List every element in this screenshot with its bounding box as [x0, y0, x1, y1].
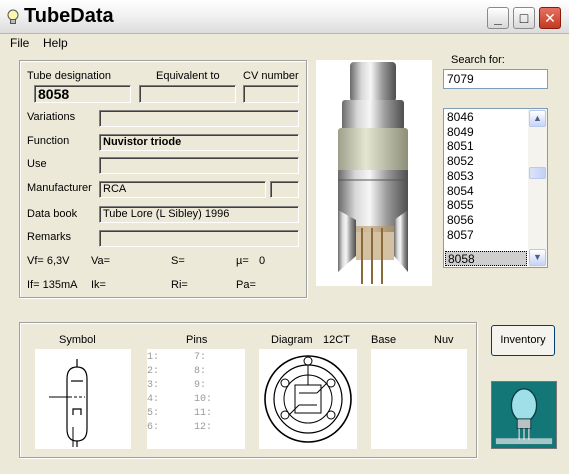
pa-value: Pa= — [236, 279, 256, 291]
diagram-panel — [259, 349, 357, 449]
s-value: S= — [171, 255, 185, 267]
minimize-icon: _ — [494, 10, 502, 26]
mu-label: µ= — [236, 255, 249, 267]
if-value: If= 135mA — [27, 279, 78, 291]
cv-number-field[interactable] — [243, 85, 299, 103]
list-scrollbar[interactable]: ▲ ▼ — [528, 109, 547, 267]
base-value: Nuv — [434, 334, 454, 346]
base-diagram — [264, 355, 352, 443]
variations-field[interactable] — [99, 110, 299, 127]
manufacturer-extra-field[interactable] — [270, 181, 299, 198]
list-item-selected[interactable]: 8058 — [445, 251, 527, 266]
databook-field[interactable]: Tube Lore (L Sibley) 1996 — [99, 206, 299, 223]
ik-value: Ik= — [91, 279, 106, 291]
pin-label: 4: — [147, 394, 160, 405]
symbol-label: Symbol — [59, 334, 96, 346]
function-field[interactable]: Nuvistor triode — [99, 134, 299, 151]
databook-label: Data book — [27, 208, 78, 220]
pin-label: 7: — [194, 352, 207, 363]
pin-label: 9: — [194, 380, 207, 391]
maximize-icon: □ — [519, 10, 529, 26]
vf-value: Vf= 6,3V — [27, 255, 70, 267]
use-label: Use — [27, 158, 47, 170]
remarks-label: Remarks — [27, 231, 72, 243]
pin-label: 5: — [147, 408, 160, 419]
ri-value: Ri= — [171, 279, 188, 291]
pin-label: 8: — [194, 366, 207, 377]
tube-logo-icon — [491, 381, 557, 449]
diagram-label: Diagram — [271, 334, 313, 346]
base-label: Base — [371, 334, 397, 346]
list-item[interactable]: 8057 — [445, 228, 527, 243]
list-item[interactable]: 8055 — [445, 198, 527, 213]
chevron-up-icon: ▲ — [533, 113, 542, 123]
scroll-up-button[interactable]: ▲ — [529, 110, 546, 127]
inventory-button[interactable]: Inventory — [491, 325, 555, 356]
pin-label: 1: — [147, 352, 160, 363]
search-input[interactable]: 7079 — [443, 69, 548, 89]
pin-label: 12: — [194, 422, 213, 433]
function-label: Function — [27, 135, 70, 147]
scroll-down-button[interactable]: ▼ — [529, 249, 546, 266]
diagram-code: 12CT — [323, 334, 350, 346]
pin-label: 2: — [147, 366, 160, 377]
tube-photo — [316, 60, 432, 286]
remarks-field[interactable] — [99, 230, 299, 247]
pin-label: 6: — [147, 422, 160, 433]
tube-listbox[interactable]: 8046 8049 8051 8052 8053 8054 8055 8056 … — [443, 108, 548, 268]
symbol-panel — [35, 349, 131, 449]
chevron-down-icon: ▼ — [533, 252, 542, 262]
close-icon: ✕ — [544, 10, 556, 26]
cv-number-label: CV number — [243, 70, 299, 82]
list-item[interactable]: 8046 — [445, 110, 527, 125]
manufacturer-label: Manufacturer — [27, 182, 92, 194]
equivalent-field[interactable] — [139, 85, 236, 103]
window-title: TubeData — [24, 5, 114, 27]
menu-bar — [0, 34, 569, 53]
search-label: Search for: — [451, 54, 505, 66]
close-button[interactable]: ✕ — [539, 7, 561, 29]
tube-designation-label: Tube designation — [27, 70, 111, 82]
equivalent-label: Equivalent to — [156, 70, 220, 82]
mu-value: 0 — [259, 255, 266, 267]
menu-file[interactable]: File — [10, 36, 29, 50]
list-item[interactable]: 8052 — [445, 154, 527, 169]
pin-label: 11: — [194, 408, 213, 419]
variations-label: Variations — [27, 111, 76, 123]
pin-label: 3: — [147, 380, 160, 391]
tube-designation-field[interactable]: 8058 — [34, 85, 131, 103]
maximize-button[interactable]: □ — [513, 7, 535, 29]
pins-panel: 1: 2: 3: 4: 5: 6: 7: 8: 9: 10: 11: 12: — [147, 349, 245, 449]
list-item[interactable]: 8053 — [445, 169, 527, 184]
lightbulb-icon — [7, 9, 19, 24]
minimize-button[interactable]: _ — [487, 7, 509, 29]
base-panel — [371, 349, 467, 449]
list-item[interactable]: 8054 — [445, 184, 527, 199]
pin-label: 10: — [194, 394, 213, 405]
list-item[interactable]: 8051 — [445, 139, 527, 154]
triode-symbol — [49, 359, 88, 447]
pins-label: Pins — [186, 334, 208, 346]
list-item[interactable]: 8056 — [445, 213, 527, 228]
use-field[interactable] — [99, 157, 299, 174]
scroll-thumb[interactable] — [529, 167, 546, 179]
list-item[interactable]: 8049 — [445, 125, 527, 140]
va-value: Va= — [91, 255, 111, 267]
menu-help[interactable]: Help — [43, 36, 68, 50]
manufacturer-field[interactable]: RCA — [99, 181, 266, 198]
